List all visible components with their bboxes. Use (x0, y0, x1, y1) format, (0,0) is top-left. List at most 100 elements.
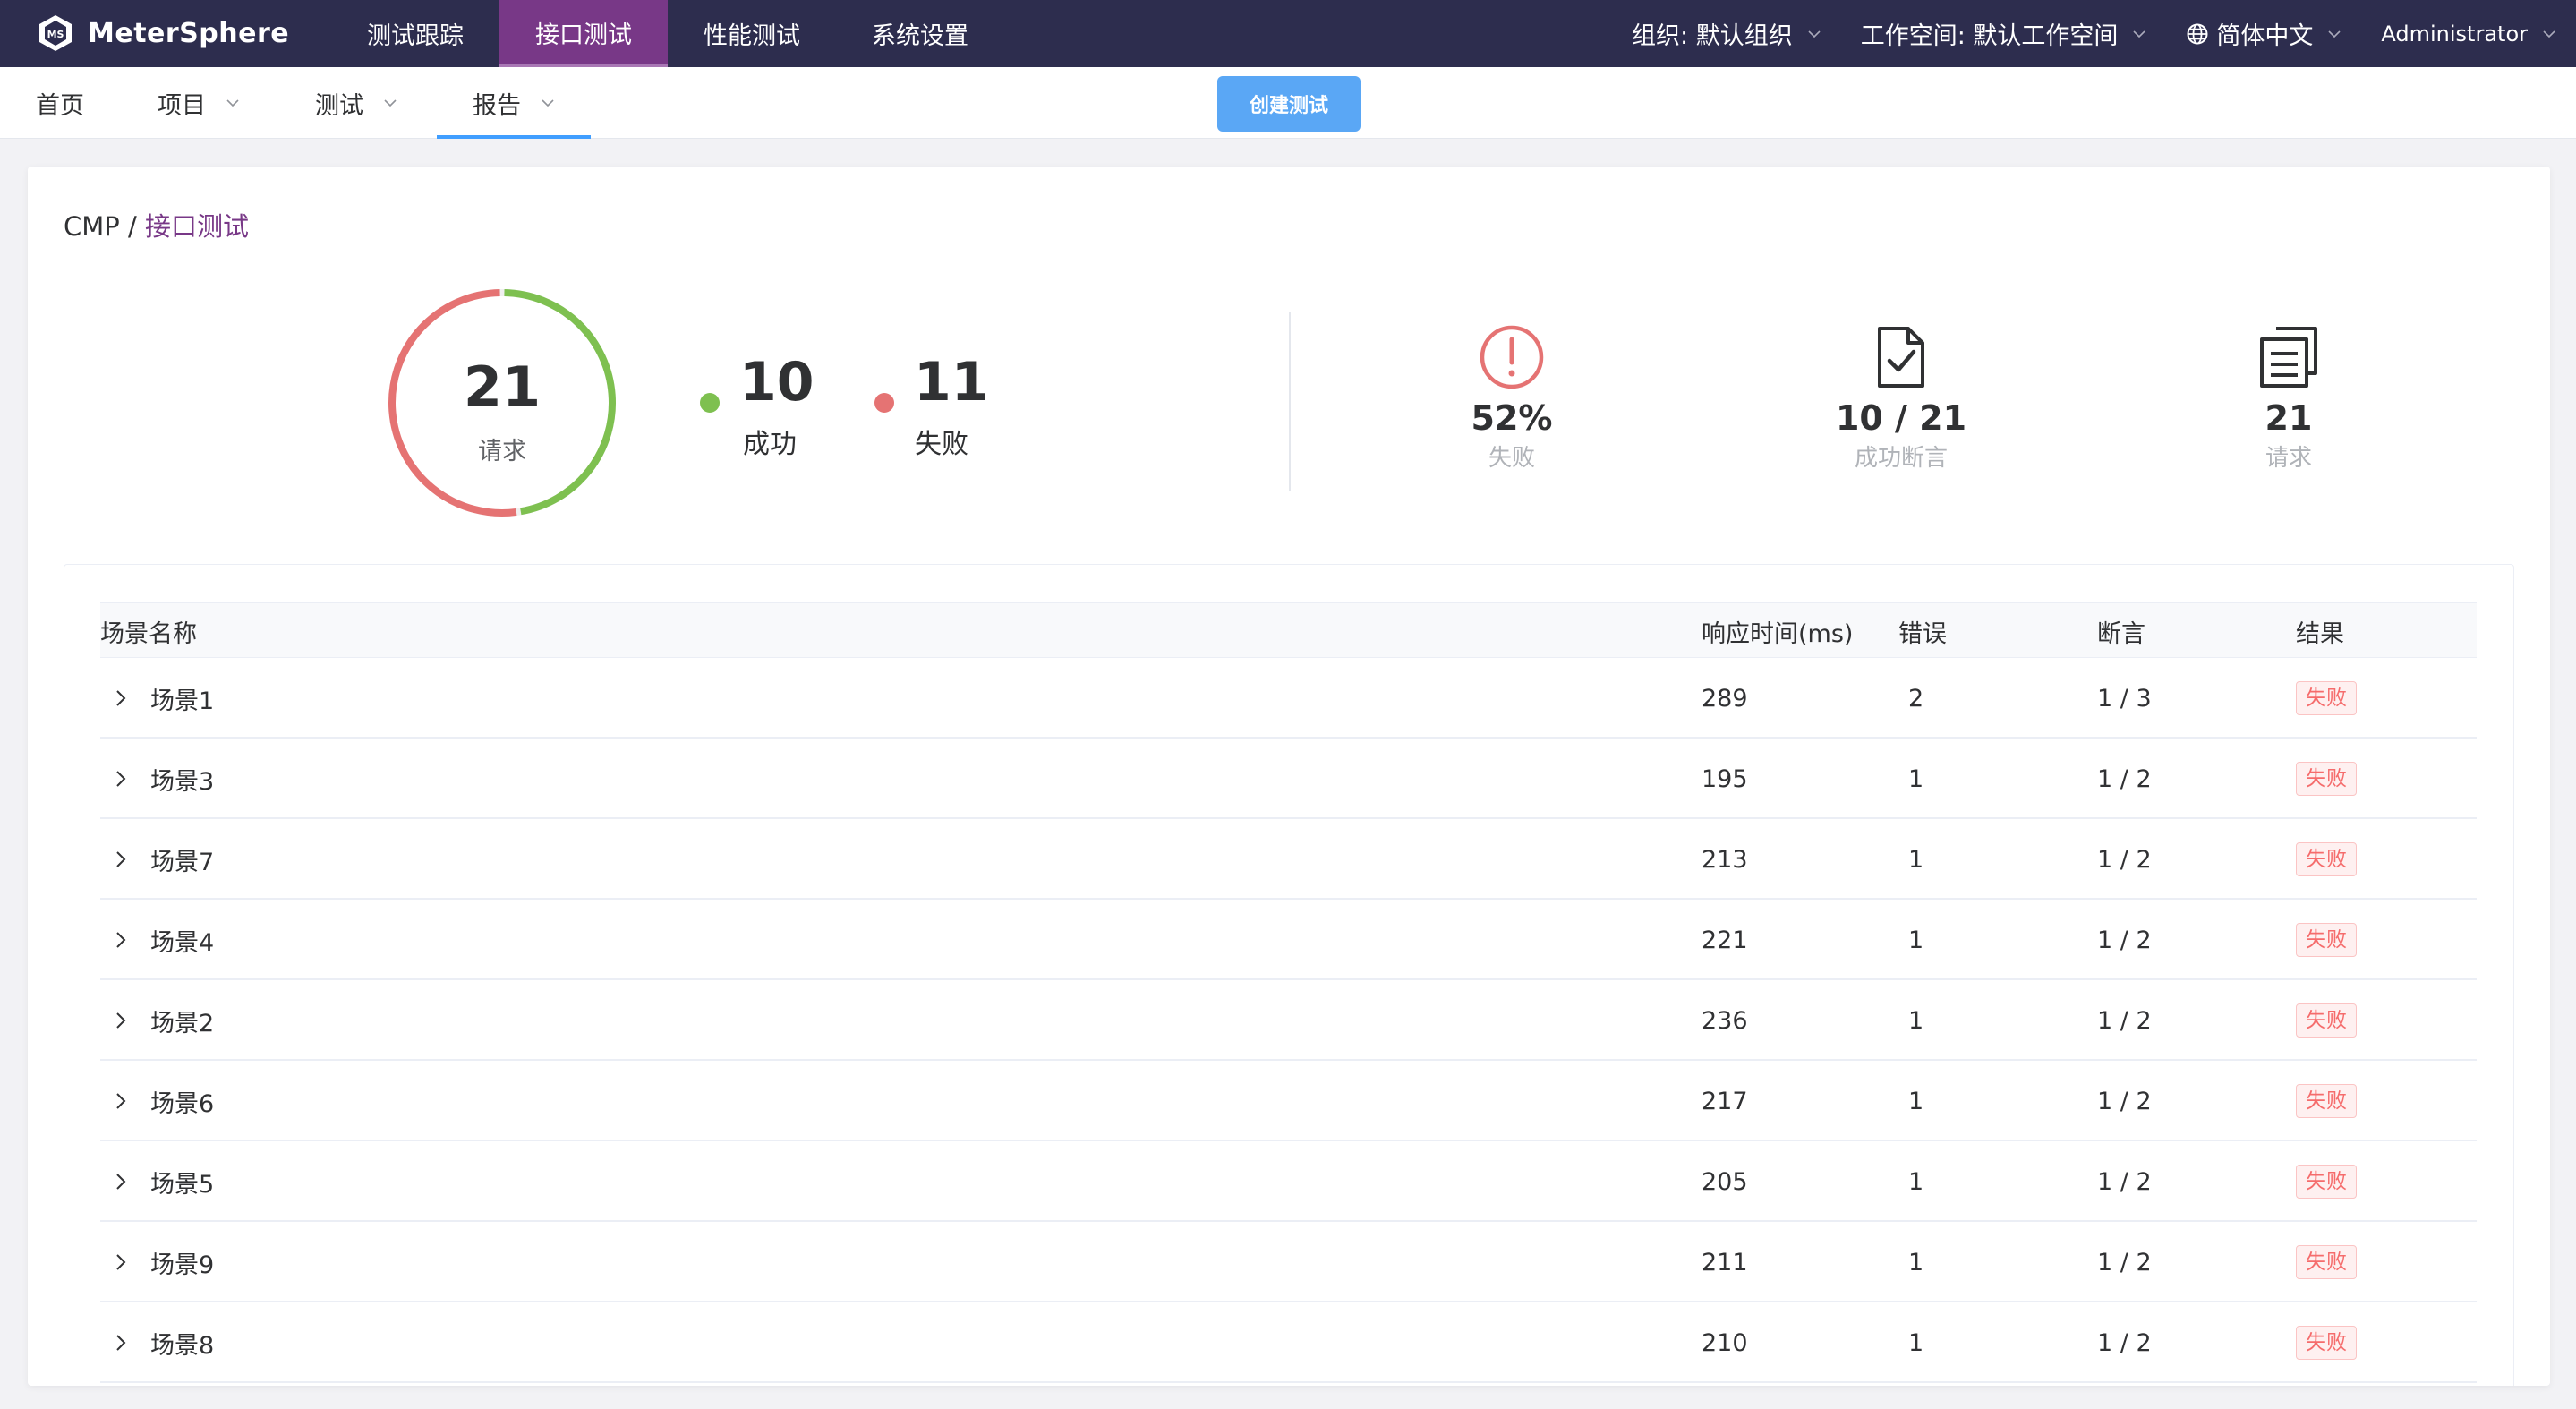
create-test-button[interactable]: 创建测试 (1217, 76, 1361, 132)
result-badge: 失败 (2296, 1165, 2357, 1199)
chevron-down-icon (2133, 30, 2145, 38)
org-label: 组织: 默认组织 (1632, 22, 1793, 50)
workspace-label: 工作空间: 默认工作空间 (1860, 22, 2119, 50)
scenario-name: 场景6 (150, 1089, 215, 1118)
result-cell: 失败 (2296, 819, 2357, 900)
fail-dot (874, 393, 894, 413)
scenario-name: 场景9 (150, 1251, 215, 1279)
assertion-ratio: 1 / 2 (2097, 1248, 2152, 1277)
breadcrumb-current: 接口测试 (144, 211, 249, 242)
scenario-name: 场景3 (150, 767, 215, 796)
table-row[interactable]: 场景6 217 1 1 / 2 失败 (100, 1061, 2477, 1141)
metric-assertions: 10 / 21 成功断言 (1785, 323, 2017, 473)
chevron-right-icon[interactable] (115, 850, 127, 869)
workspace-selector[interactable]: 工作空间: 默认工作空间 (1861, 16, 2147, 51)
table-row[interactable]: 场景5 205 1 1 / 2 失败 (100, 1141, 2477, 1222)
requests-value: 21 (2265, 398, 2313, 438)
main-nav: 测试跟踪 接口测试 性能测试 系统设置 (331, 0, 1004, 67)
subnav-home-label: 首页 (36, 91, 84, 120)
chevron-down-icon (1808, 30, 1821, 38)
chevron-right-icon[interactable] (115, 1091, 127, 1111)
success-dot (700, 393, 720, 413)
response-time: 236 (1702, 1006, 1748, 1035)
check-file-icon (1878, 327, 1924, 388)
metric-fail-rate: 52% 失败 (1395, 323, 1628, 473)
user-menu[interactable]: Administrator (2381, 21, 2556, 47)
response-time: 205 (1702, 1167, 1748, 1196)
breadcrumb-root[interactable]: CMP (64, 211, 120, 242)
summary-divider (1289, 312, 1291, 491)
assertion-ratio: 1 / 2 (2097, 1087, 2152, 1115)
fail-count: 11 (914, 351, 989, 414)
chevron-right-icon[interactable] (115, 1172, 127, 1191)
assertion-ratio: 1 / 3 (2097, 684, 2152, 713)
result-badge: 失败 (2296, 1326, 2357, 1360)
report-card: CMP / 接口测试 21 请求 10 成功 11 失败 52% 失败 10 /… (28, 167, 2550, 1386)
header-assertions[interactable]: 断言 (2097, 603, 2145, 659)
language-selector[interactable]: 简体中文 (2186, 16, 2341, 51)
table-row[interactable]: 场景4 221 1 1 / 2 失败 (100, 900, 2477, 980)
result-cell: 失败 (2296, 658, 2357, 739)
chevron-down-icon (2543, 30, 2555, 38)
result-cell: 失败 (2296, 1222, 2357, 1302)
assertion-ratio: 1 / 2 (2097, 926, 2152, 954)
response-time: 213 (1702, 845, 1748, 874)
table-row[interactable]: 场景9 211 1 1 / 2 失败 (100, 1222, 2477, 1302)
chevron-down-icon (384, 99, 397, 107)
subnav-report[interactable]: 报告 (437, 67, 591, 139)
assertion-ratio: 1 / 2 (2097, 1167, 2152, 1196)
scenario-name: 场景4 (150, 928, 215, 957)
result-cell: 失败 (2296, 980, 2357, 1061)
nav-performance-test[interactable]: 性能测试 (668, 0, 836, 67)
table-row[interactable]: 场景8 210 1 1 / 2 失败 (100, 1302, 2477, 1383)
result-cell: 失败 (2296, 1141, 2357, 1222)
chevron-right-icon[interactable] (115, 1333, 127, 1353)
table-row[interactable]: 场景7 213 1 1 / 2 失败 (100, 819, 2477, 900)
language-label: 简体中文 (2216, 22, 2314, 50)
header-errors[interactable]: 错误 (1898, 603, 1947, 659)
response-time: 210 (1702, 1328, 1748, 1357)
subnav-test[interactable]: 测试 (315, 67, 397, 139)
nav-api-test[interactable]: 接口测试 (499, 0, 668, 67)
result-badge: 失败 (2296, 762, 2357, 796)
subnav-home[interactable]: 首页 (36, 67, 84, 139)
brand-logo[interactable]: MS MeterSphere (36, 13, 289, 54)
chevron-right-icon[interactable] (115, 688, 127, 708)
chevron-down-icon (226, 99, 239, 107)
error-count: 1 (1908, 926, 1924, 954)
response-time: 221 (1702, 926, 1748, 954)
table-row[interactable]: 场景3 195 1 1 / 2 失败 (100, 739, 2477, 819)
result-cell: 失败 (2296, 739, 2357, 819)
chevron-right-icon[interactable] (115, 1011, 127, 1030)
error-count: 2 (1908, 684, 1924, 713)
assertion-ratio: 1 / 2 (2097, 764, 2152, 793)
chevron-right-icon[interactable] (115, 1252, 127, 1272)
breadcrumb-separator: / (119, 211, 145, 242)
scenario-name: 场景5 (150, 1170, 215, 1199)
nav-test-tracking[interactable]: 测试跟踪 (331, 0, 499, 67)
scenario-name: 场景2 (150, 1009, 215, 1038)
error-count: 1 (1908, 1087, 1924, 1115)
result-badge: 失败 (2296, 681, 2357, 715)
error-count: 1 (1908, 1248, 1924, 1277)
table-row[interactable]: 场景1 289 2 1 / 3 失败 (100, 658, 2477, 739)
org-selector[interactable]: 组织: 默认组织 (1632, 16, 1821, 51)
table-header: 场景名称 响应时间(ms) 错误 断言 结果 (100, 602, 2477, 658)
subnav-project[interactable]: 项目 (158, 67, 240, 139)
chevron-right-icon[interactable] (115, 769, 127, 789)
header-response-time[interactable]: 响应时间(ms) (1702, 603, 1853, 659)
assertion-ratio: 1 / 2 (2097, 845, 2152, 874)
table-row[interactable]: 场景2 236 1 1 / 2 失败 (100, 980, 2477, 1061)
header-result[interactable]: 结果 (2296, 603, 2344, 659)
chevron-right-icon[interactable] (115, 930, 127, 950)
nav-system-settings[interactable]: 系统设置 (836, 0, 1004, 67)
error-count: 1 (1908, 845, 1924, 874)
globe-icon (2187, 23, 2208, 44)
assertions-label: 成功断言 (1854, 445, 1948, 472)
result-cell: 失败 (2296, 900, 2357, 980)
header-scenario-name[interactable]: 场景名称 (100, 603, 197, 659)
metersphere-logo-icon: MS (39, 15, 72, 51)
metric-requests: 21 请求 (2172, 323, 2405, 473)
requests-label: 请求 (2265, 445, 2312, 472)
chevron-down-icon (2328, 30, 2341, 38)
